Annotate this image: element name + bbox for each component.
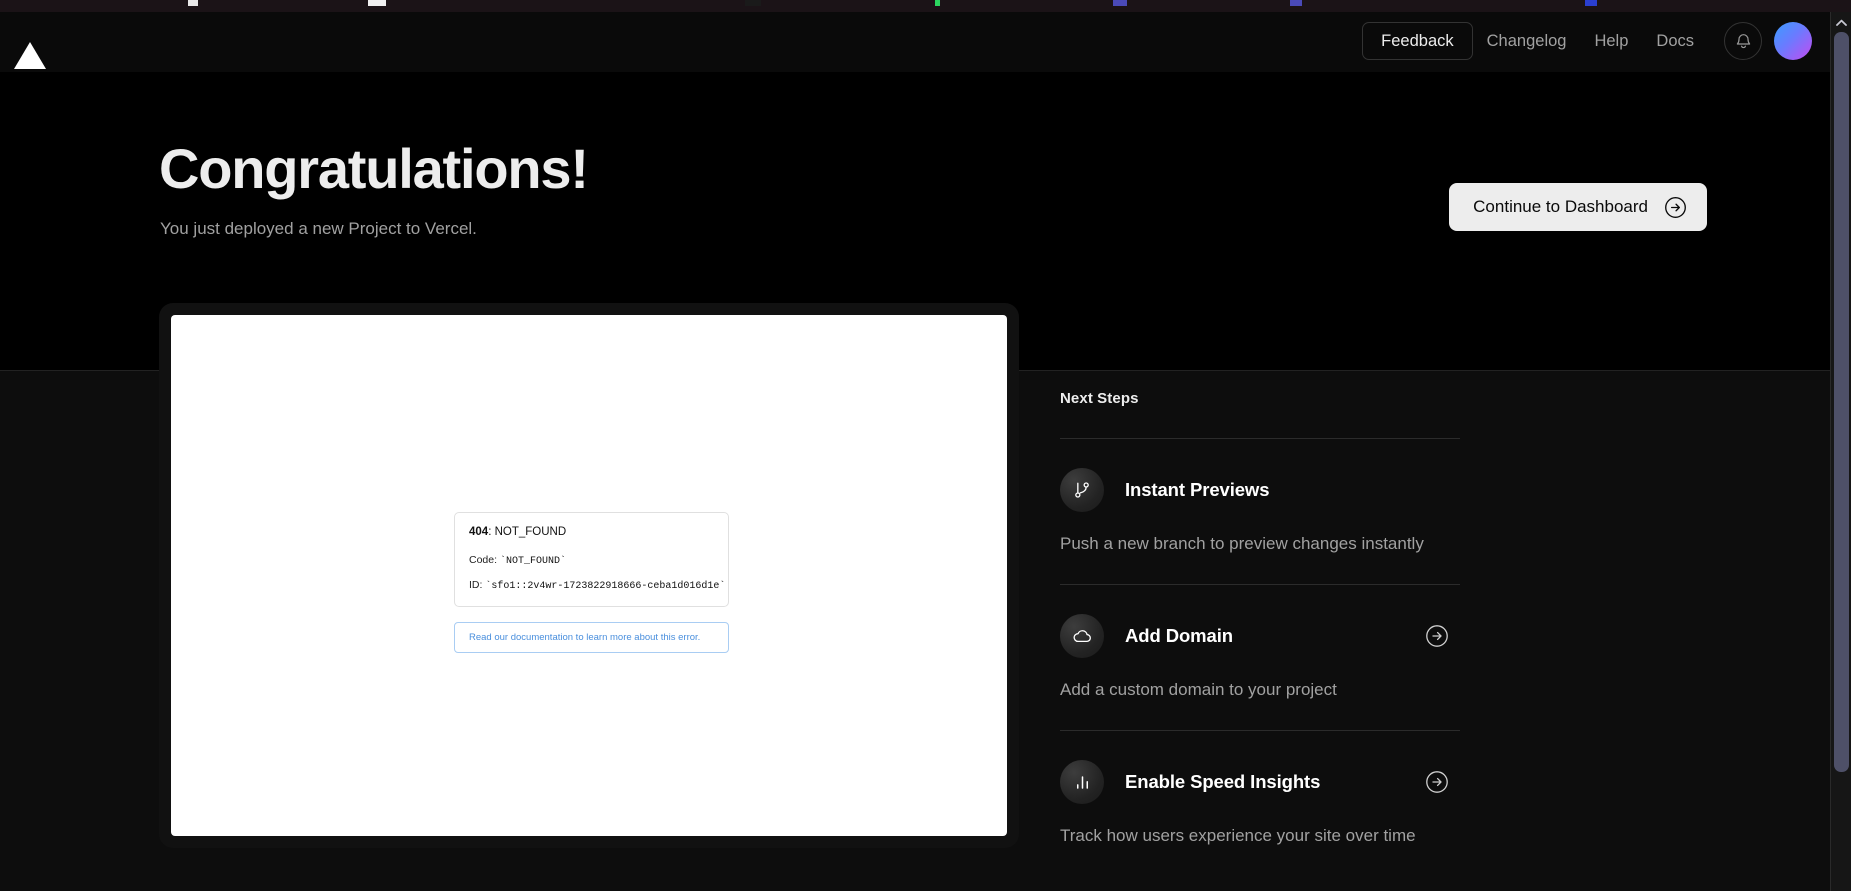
error-code-value: `NOT_FOUND` xyxy=(499,556,566,567)
deployment-preview-frame[interactable]: 404: NOT_FOUND Code: `NOT_FOUND` ID: `sf… xyxy=(159,303,1019,848)
bell-icon xyxy=(1736,34,1750,49)
arrow-right-circle-icon[interactable] xyxy=(1425,624,1449,648)
cloud-icon xyxy=(1072,629,1091,642)
next-step-description: Track how users experience your site ove… xyxy=(1060,826,1416,845)
error-id-line: ID: `sfo1::2v4wr-1723822918666-ceba1d016… xyxy=(469,579,725,592)
browser-chrome-strip xyxy=(0,0,1851,12)
deployment-preview-iframe[interactable]: 404: NOT_FOUND Code: `NOT_FOUND` ID: `sf… xyxy=(171,315,1007,836)
next-step-badge xyxy=(1060,760,1104,804)
chrome-artifact xyxy=(1290,0,1302,6)
error-title: 404: NOT_FOUND xyxy=(469,526,714,538)
continue-to-dashboard-button[interactable]: Continue to Dashboard xyxy=(1449,183,1707,231)
arrow-right-circle-icon xyxy=(1665,196,1686,218)
nav-link-changelog[interactable]: Changelog xyxy=(1473,22,1581,60)
next-step-description: Add a custom domain to your project xyxy=(1060,680,1337,699)
next-step-add-domain: Add Domain Add a custom domain to your p… xyxy=(1060,584,1460,700)
next-step-title: Add Domain xyxy=(1125,625,1233,646)
next-step-instant-previews: Instant Previews Push a new branch to pr… xyxy=(1060,438,1460,554)
error-code-label: Code: xyxy=(469,554,500,566)
page-root: Feedback Changelog Help Docs Congratulat… xyxy=(0,0,1851,891)
chrome-artifact xyxy=(935,0,940,6)
page-subtitle: You just deployed a new Project to Verce… xyxy=(160,219,477,238)
git-branch-icon xyxy=(1075,482,1089,498)
scrollbar-thumb[interactable] xyxy=(1834,32,1849,772)
error-code-line: Code: `NOT_FOUND` xyxy=(469,554,714,567)
next-steps-heading: Next Steps xyxy=(1060,390,1139,407)
chrome-artifact xyxy=(1585,0,1597,6)
cta-label: Continue to Dashboard xyxy=(1473,197,1648,216)
error-box: 404: NOT_FOUND Code: `NOT_FOUND` ID: `sf… xyxy=(454,512,729,607)
next-step-badge xyxy=(1060,468,1104,512)
next-step-description: Push a new branch to preview changes ins… xyxy=(1060,534,1424,553)
next-step-title: Instant Previews xyxy=(1125,479,1270,500)
chrome-artifact xyxy=(188,0,198,6)
header-nav: Feedback Changelog Help Docs xyxy=(1362,22,1812,60)
error-name: NOT_FOUND xyxy=(494,526,567,538)
divider xyxy=(1060,730,1460,731)
chevron-up-icon xyxy=(1836,19,1847,26)
error-documentation-link[interactable]: Read our documentation to learn more abo… xyxy=(454,622,729,653)
chrome-artifact xyxy=(1113,0,1127,6)
scroll-up-button[interactable] xyxy=(1831,14,1851,31)
divider xyxy=(1060,438,1460,439)
chrome-artifact xyxy=(745,0,761,6)
vertical-scrollbar[interactable] xyxy=(1830,12,1851,891)
vercel-logo-icon[interactable] xyxy=(14,42,46,69)
arrow-right-circle-icon[interactable] xyxy=(1425,770,1449,794)
next-step-header: Add Domain xyxy=(1060,614,1460,658)
feedback-button[interactable]: Feedback xyxy=(1362,22,1473,60)
notifications-button[interactable] xyxy=(1724,22,1762,60)
next-step-header: Instant Previews xyxy=(1060,468,1460,512)
chrome-artifact xyxy=(368,0,386,6)
divider xyxy=(1060,584,1460,585)
next-step-header: Enable Speed Insights xyxy=(1060,760,1460,804)
bar-chart-icon xyxy=(1076,775,1088,789)
error-code: 404 xyxy=(469,526,489,538)
next-steps-panel: Next Steps Instant Previews Push a new b… xyxy=(1060,390,1460,846)
avatar[interactable] xyxy=(1774,22,1812,60)
error-id-label: ID: xyxy=(469,579,486,591)
error-id-value: `sfo1::2v4wr-1723822918666-ceba1d016d1e` xyxy=(485,581,726,592)
next-step-enable-speed-insights: Enable Speed Insights Track how users ex… xyxy=(1060,730,1460,846)
app-header: Feedback Changelog Help Docs xyxy=(0,12,1830,72)
page-title: Congratulations! xyxy=(159,137,589,200)
next-step-badge xyxy=(1060,614,1104,658)
next-step-title: Enable Speed Insights xyxy=(1125,771,1321,792)
error-documentation-link-label: Read our documentation to learn more abo… xyxy=(469,632,701,643)
nav-link-help[interactable]: Help xyxy=(1580,22,1642,60)
nav-link-docs[interactable]: Docs xyxy=(1642,22,1708,60)
